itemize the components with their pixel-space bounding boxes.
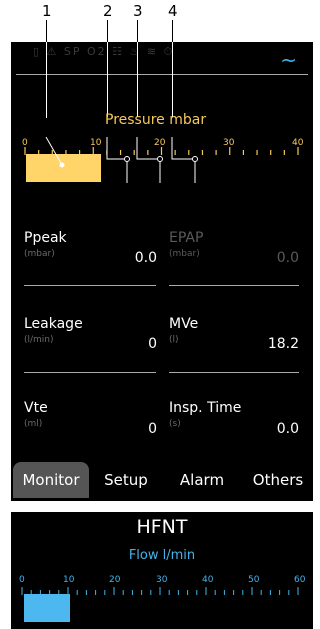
callout-line-4 — [172, 20, 173, 42]
param-divider — [24, 372, 156, 373]
marker-2 — [106, 137, 128, 183]
param-divider — [24, 285, 156, 286]
param-vte-value: 0 — [148, 421, 157, 437]
callout-line-1-in — [46, 42, 47, 118]
pressure-title: Pressure mbar — [105, 112, 207, 128]
callout-line-3-in — [137, 42, 138, 117]
callout-1: 1 — [42, 2, 52, 20]
marker-3-dot — [157, 156, 163, 162]
wave-icon: ~ — [280, 48, 297, 72]
marker-2-dot — [124, 156, 130, 162]
callout-line-4-in — [172, 42, 173, 117]
marker-3 — [136, 137, 161, 183]
param-leakage-label: Leakage — [24, 316, 83, 332]
param-epap-value: 0.0 — [276, 250, 299, 266]
param-ppeak-unit: (mbar) — [24, 249, 55, 259]
tab-alarm[interactable]: Alarm — [166, 462, 238, 498]
callout-3: 3 — [133, 2, 143, 20]
marker-4-dot — [192, 156, 198, 162]
tab-others[interactable]: Others — [243, 462, 313, 498]
param-vte-label: Vte — [24, 400, 48, 416]
hfnt-flow-title: Flow l/min — [128, 548, 196, 563]
callout-line-1 — [46, 20, 47, 42]
marker-1-leader — [45, 137, 63, 166]
param-epap-unit: (mbar) — [169, 249, 200, 259]
callout-line-2-in — [107, 42, 108, 117]
pressure-markers — [45, 137, 198, 183]
param-ppeak-value: 0.0 — [134, 250, 157, 266]
param-divider — [169, 285, 299, 286]
callout-2: 2 — [103, 2, 113, 20]
callout-line-3 — [137, 20, 138, 42]
callout-line-2 — [107, 20, 108, 42]
tab-setup[interactable]: Setup — [91, 462, 161, 498]
param-leakage-unit: (l/min) — [24, 335, 54, 345]
status-icon-bar: ▯ ⚠ SP O2 ☷ ♨ ≋ ⏱ — [33, 45, 175, 58]
hfnt-title: HFNT — [136, 516, 188, 538]
marker-4 — [171, 137, 196, 183]
param-divider — [169, 372, 299, 373]
param-vte-unit: (ml) — [24, 419, 43, 429]
param-ppeak-label: Ppeak — [24, 230, 67, 246]
callout-4: 4 — [168, 2, 178, 20]
hfnt-screen: HFNT Flow l/min 0 10 20 30 40 50 60 — [11, 512, 313, 629]
param-mve-value: 18.2 — [267, 336, 299, 352]
param-insp-time-unit: (s) — [169, 419, 181, 429]
param-mve-label: MVe — [169, 316, 199, 332]
param-leakage-value: 0 — [148, 336, 157, 352]
param-mve-unit: (l) — [169, 335, 179, 345]
device-screen: ▯ ⚠ SP O2 ☷ ♨ ≋ ⏱ ~ Pressure mbar 0 10 2… — [11, 42, 313, 501]
param-insp-time-label: Insp. Time — [169, 400, 242, 416]
param-insp-time-value: 0.0 — [276, 421, 299, 437]
param-epap-label: EPAP — [169, 230, 204, 246]
flow-bar — [24, 594, 70, 622]
tab-monitor[interactable]: Monitor — [13, 462, 89, 498]
header-divider — [16, 74, 308, 75]
